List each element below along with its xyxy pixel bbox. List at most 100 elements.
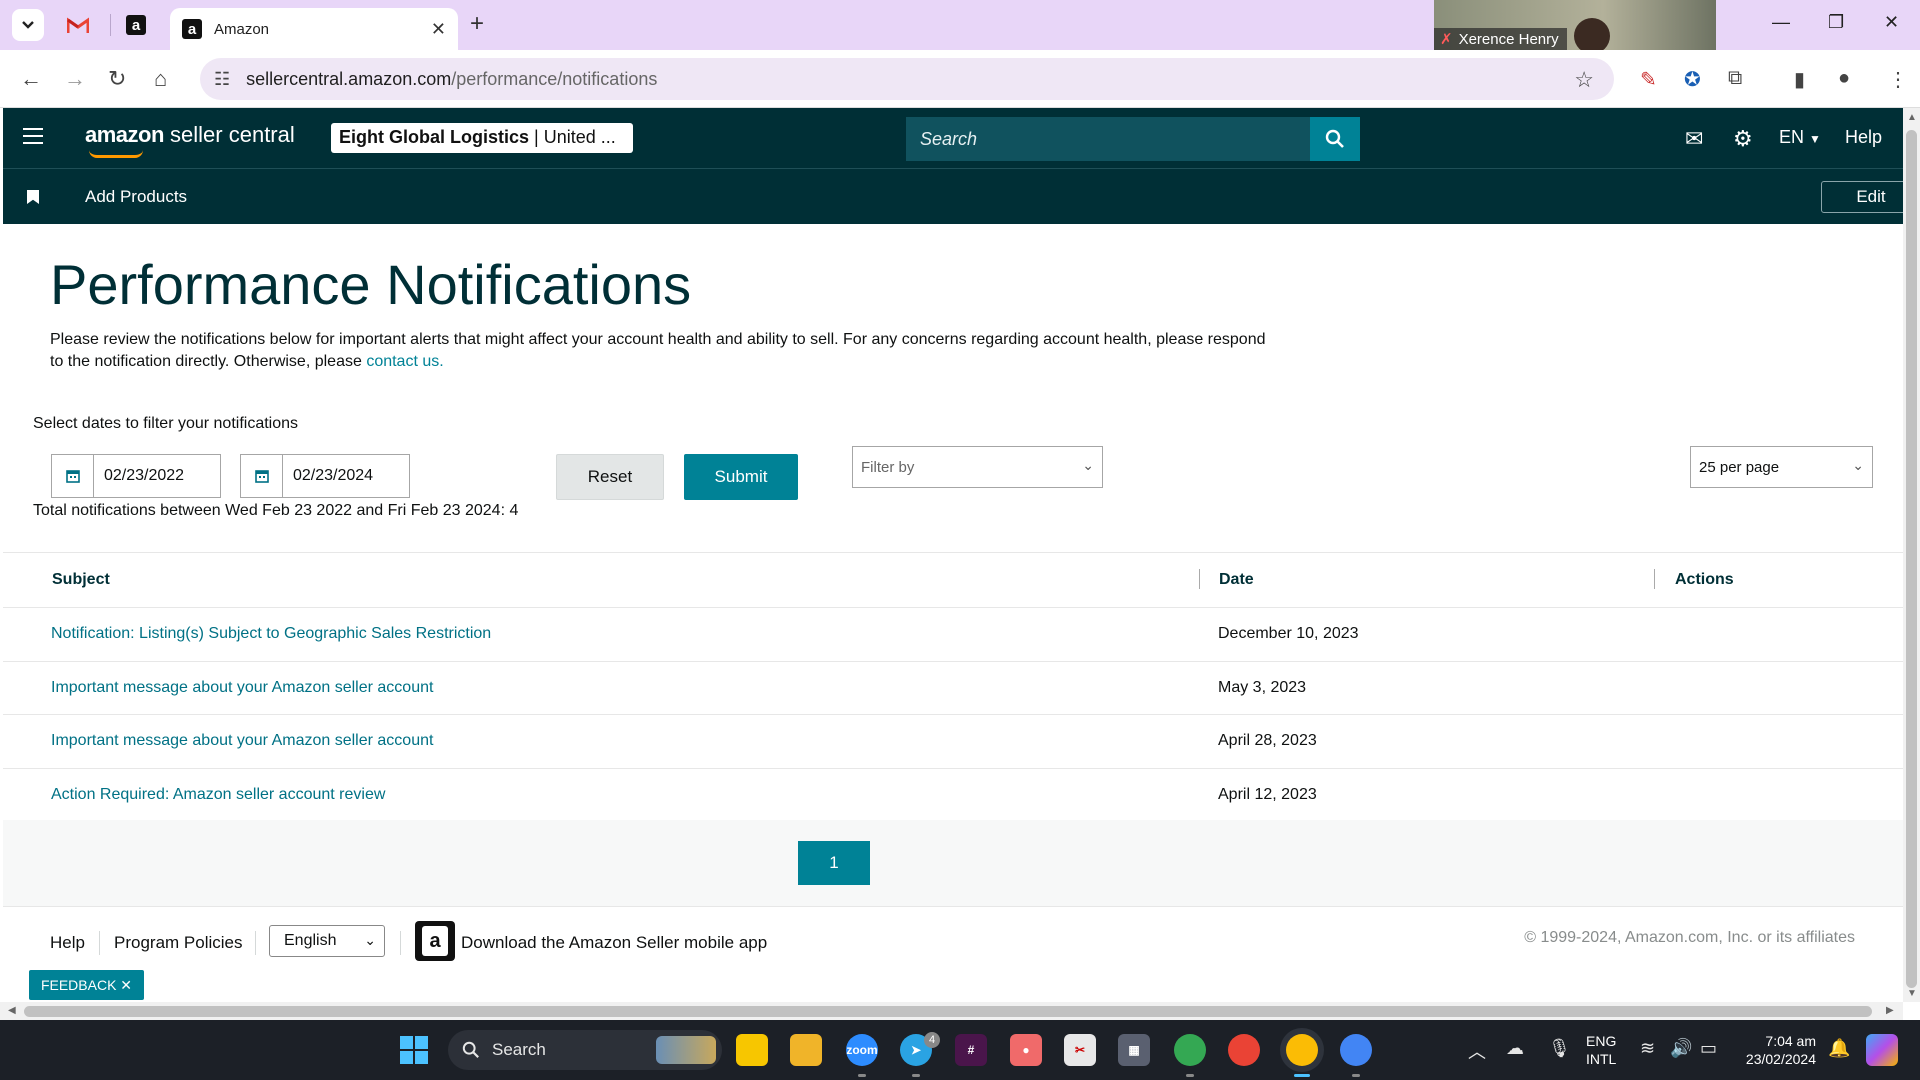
intro-body: Please review the notifications below fo… [50,331,1266,370]
reload-icon[interactable]: ↻ [108,66,126,92]
scroll-left-icon[interactable]: ◀ [8,1005,16,1016]
horizontal-scrollbar[interactable]: ◀ ▶ [0,1002,1903,1020]
active-tab[interactable]: a Amazon ✕ [170,8,458,50]
input-language-indicator[interactable]: ENG INTL [1586,1032,1616,1068]
vertical-scrollbar[interactable]: ▲ ▼ [1903,108,1920,1002]
calendar-icon[interactable] [241,455,283,497]
extension-icon[interactable]: ✎ [1640,67,1657,92]
restore-icon[interactable]: ❐ [1828,12,1844,33]
chrome-active-icon[interactable] [1286,1034,1318,1066]
sticky-notes-icon[interactable] [736,1034,768,1066]
contact-us-link[interactable]: contact us. [366,353,443,370]
wifi-icon[interactable]: ≋ [1640,1038,1655,1059]
notification-date: May 3, 2023 [1218,678,1307,696]
volume-icon[interactable]: 🔊 [1670,1038,1692,1059]
start-date-input[interactable] [94,455,220,497]
forward-arrow-icon[interactable]: → [64,66,86,92]
microphone-icon[interactable]: 🎙 [1548,1038,1571,1059]
download-app-link[interactable]: Download the Amazon Seller mobile app [461,933,767,953]
close-window-icon[interactable]: ✕ [1884,12,1899,33]
notification-subject-link[interactable]: Important message about your Amazon sell… [51,732,433,750]
gmail-tab-icon[interactable] [58,9,98,41]
submit-button[interactable]: Submit [684,454,798,500]
per-page-select[interactable]: 25 per page ⌄ [1690,446,1873,488]
notification-bell-icon[interactable]: 🔔 [1828,1038,1850,1059]
side-panel-icon[interactable]: ▮ [1794,67,1805,92]
extensions-puzzle-icon[interactable]: ⧉ [1728,67,1742,90]
slack-icon[interactable]: # [955,1034,987,1066]
footer-help-link[interactable]: Help [50,933,85,953]
url-path: /performance/notifications [451,68,658,89]
home-icon[interactable]: ⌂ [154,66,167,92]
snipping-tool-icon[interactable]: ✂ [1064,1034,1096,1066]
zoom-icon[interactable]: zoom [846,1034,878,1066]
chevron-up-icon[interactable]: ︿ [1468,1038,1486,1064]
notification-subject-link[interactable]: Important message about your Amazon sell… [51,679,433,697]
calculator-icon[interactable]: ▦ [1118,1034,1150,1066]
footer-language-select[interactable]: English ⌄ [269,925,385,957]
battery-icon[interactable]: ▭ [1700,1038,1717,1059]
reset-button[interactable]: Reset [556,454,664,500]
add-products-link[interactable]: Add Products [85,187,187,207]
gear-icon[interactable]: ⚙ [1733,126,1753,152]
scroll-right-icon[interactable]: ▶ [1886,1005,1894,1016]
lang-line-2: INTL [1586,1051,1617,1067]
chrome-icon[interactable] [1174,1034,1206,1066]
close-tab-icon[interactable]: ✕ [431,19,446,40]
asana-icon[interactable]: ● [1010,1034,1042,1066]
table-row: Notification: Listing(s) Subject to Geog… [3,608,1903,662]
bookmark-icon[interactable] [27,190,39,204]
minimize-icon[interactable]: — [1772,12,1790,33]
windows-start-icon[interactable] [400,1036,428,1064]
help-link[interactable]: Help [1845,127,1882,148]
column-header-subject[interactable]: Subject [52,571,110,589]
onedrive-cloud-icon[interactable]: ☁ [1506,1038,1524,1059]
chrome-profile-4-icon[interactable] [1340,1034,1372,1066]
site-settings-icon[interactable]: ☷ [214,69,230,90]
notifications-table: Subject Date Actions Notification: Listi… [3,552,1903,822]
chrome-profile-2-icon[interactable] [1228,1034,1260,1066]
extension-2-icon[interactable]: ✪ [1684,67,1701,92]
language-selector[interactable]: EN ▼ [1779,127,1821,148]
file-explorer-icon[interactable] [790,1034,822,1066]
filter-by-select[interactable]: Filter by ⌄ [852,446,1103,488]
logo-brand: amazon [85,122,164,147]
end-date-input[interactable] [283,455,409,497]
amazon-pinned-tab-icon[interactable]: a [116,9,156,41]
hamburger-menu-icon[interactable] [23,128,43,144]
footer-divider [400,931,401,955]
scroll-up-icon[interactable]: ▲ [1907,112,1917,123]
url-text[interactable]: sellercentral.amazon.com/performance/not… [246,69,657,90]
feedback-button[interactable]: FEEDBACK ✕ [29,970,144,1000]
taskbar-search[interactable]: Search [448,1030,722,1070]
new-tab-icon[interactable]: + [470,10,484,38]
bookmark-star-icon[interactable]: ☆ [1574,67,1594,93]
running-indicator [912,1074,920,1077]
page-1-button[interactable]: 1 [798,841,870,885]
back-arrow-icon[interactable]: ← [20,66,42,92]
calendar-icon[interactable] [52,455,94,497]
column-header-date[interactable]: Date [1219,571,1254,589]
column-divider [1199,569,1200,589]
notification-subject-link[interactable]: Action Required: Amazon seller account r… [51,786,385,804]
account-switcher[interactable]: Eight Global Logistics | United ... [331,123,633,153]
copilot-icon[interactable] [1866,1034,1898,1066]
profile-avatar-icon[interactable]: ● [1838,67,1850,90]
tab-search-chevron-icon[interactable] [12,9,44,41]
account-name: Eight Global Logistics [339,127,530,147]
copyright-text: © 1999-2024, Amazon.com, Inc. or its aff… [1524,929,1855,946]
start-date-field [51,454,221,498]
browser-menu-icon[interactable]: ⋮ [1888,67,1908,92]
amazon-seller-app-icon[interactable]: a [415,921,455,961]
seller-central-logo[interactable]: amazon seller central [85,122,295,158]
mail-icon[interactable]: ✉ [1685,126,1703,152]
scroll-down-icon[interactable]: ▼ [1907,988,1917,999]
scroll-thumb[interactable] [1906,130,1917,988]
clock[interactable]: 7:04 am 23/02/2024 [1740,1032,1816,1068]
search-button[interactable] [1310,117,1360,161]
address-bar[interactable]: ☷ sellercentral.amazon.com/performance/n… [200,58,1614,100]
program-policies-link[interactable]: Program Policies [114,933,243,953]
notification-subject-link[interactable]: Notification: Listing(s) Subject to Geog… [51,625,491,643]
header-search-input[interactable] [906,117,1310,161]
scroll-thumb[interactable] [24,1006,1872,1017]
